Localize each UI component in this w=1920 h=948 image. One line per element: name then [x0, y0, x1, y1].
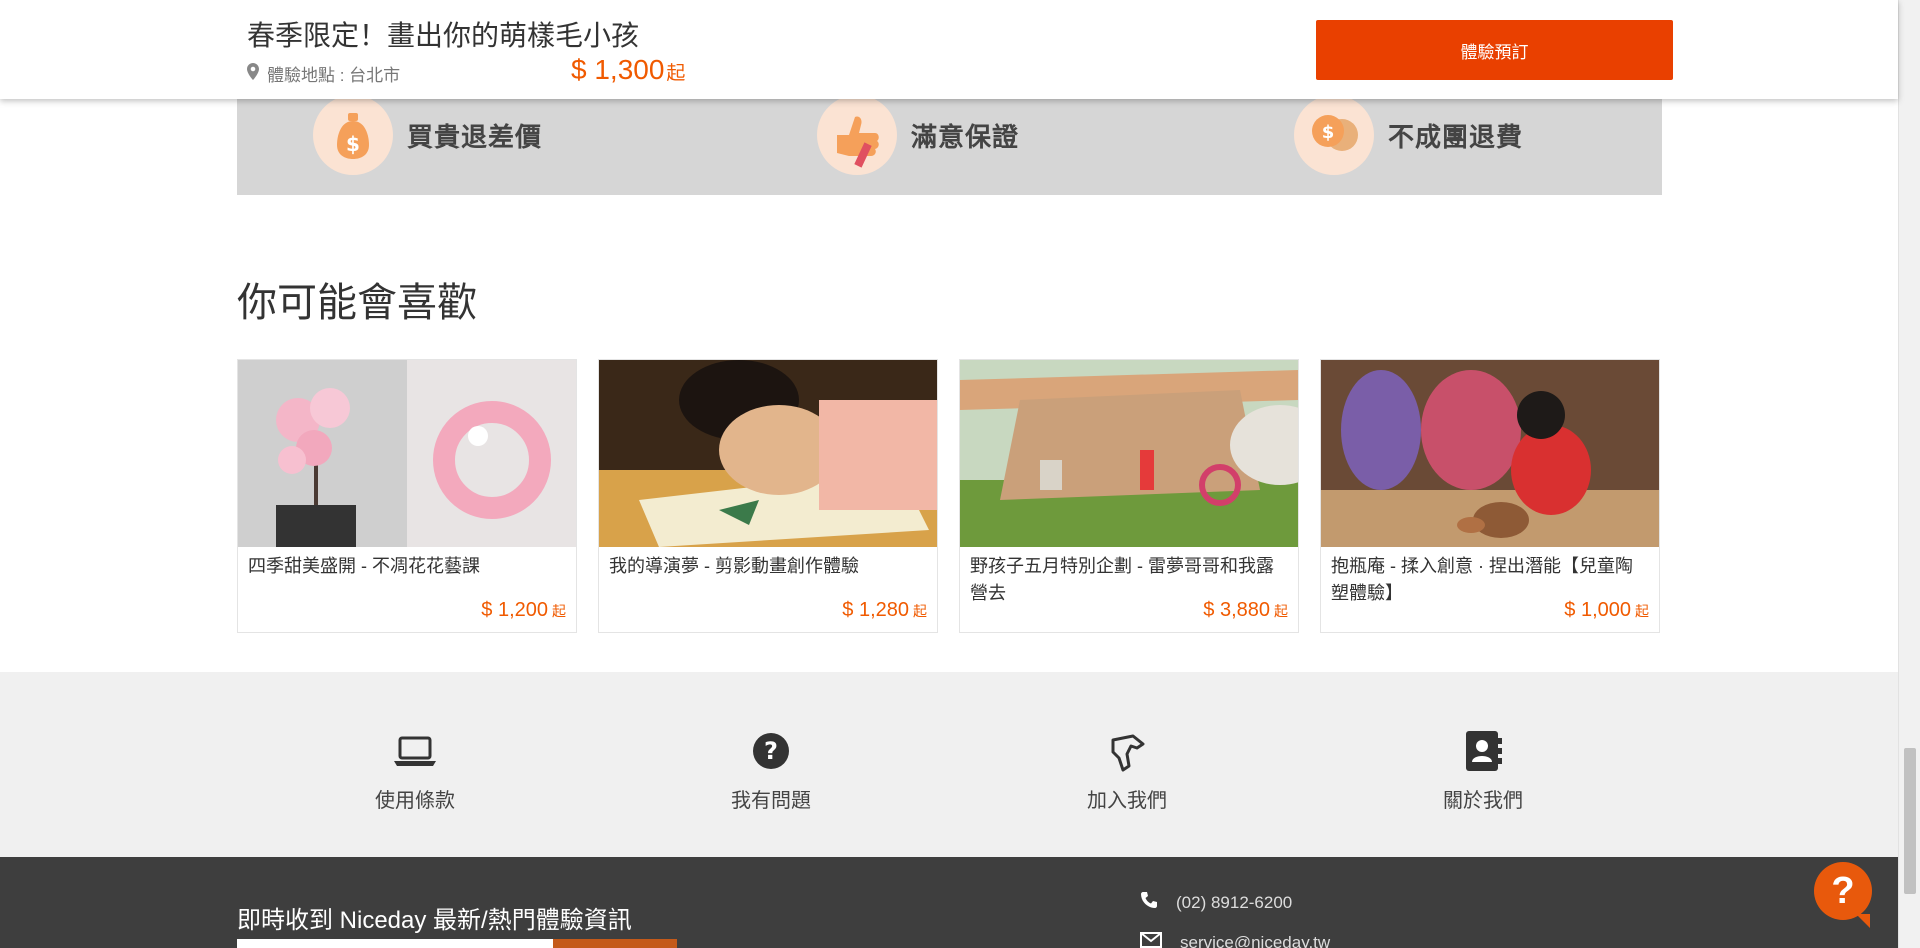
footer-link-about[interactable]: 關於我們	[1403, 728, 1563, 813]
help-chat-button[interactable]: ?	[1814, 862, 1872, 928]
card-price: $ 1,000 起	[1564, 599, 1649, 622]
recommendation-card[interactable]: 我的導演夢 - 剪影動畫創作體驗 $ 1,280 起	[598, 359, 938, 633]
card-price-unit: 起	[913, 603, 927, 619]
footer-link-faq[interactable]: ? 我有問題	[691, 728, 851, 813]
svg-text:$: $	[346, 132, 360, 156]
contact-book-icon	[1460, 728, 1506, 774]
footer-link-terms[interactable]: 使用條款	[335, 728, 495, 813]
card-title: 野孩子五月特別企劃 - 雷夢哥哥和我露營去	[970, 556, 1274, 603]
recommendation-card[interactable]: 野孩子五月特別企劃 - 雷夢哥哥和我露營去 $ 3,880 起	[959, 359, 1299, 633]
newsletter-email-input[interactable]	[237, 939, 553, 948]
card-title: 抱瓶庵 - 揉入創意 · 捏出潛能【兒童陶塑體驗】	[1331, 556, 1633, 603]
card-price: $ 3,880 起	[1203, 599, 1288, 622]
card-image	[960, 360, 1298, 547]
card-price-value: $ 1,200	[481, 599, 548, 621]
question-circle-icon: ?	[748, 728, 794, 774]
guarantee-label: 不成團退費	[1388, 121, 1524, 152]
recommendation-card[interactable]: 抱瓶庵 - 揉入創意 · 捏出潛能【兒童陶塑體驗】 $ 1,000 起	[1320, 359, 1660, 633]
map-pin-icon	[247, 62, 259, 85]
card-price-value: $ 1,000	[1564, 599, 1631, 621]
experience-price: $ 1,300 起	[571, 54, 685, 86]
card-image	[238, 360, 576, 547]
card-price-unit: 起	[552, 603, 566, 619]
footer-link-label: 關於我們	[1443, 790, 1523, 812]
footer-link-label: 加入我們	[1087, 790, 1167, 812]
guarantee-refund: $ 不成團退費	[1294, 95, 1524, 195]
price-value: $ 1,300	[571, 54, 665, 85]
experience-title: 春季限定！畫出你的萌樣毛小孩	[247, 20, 640, 51]
phone-icon	[1140, 891, 1158, 914]
recommendations-heading: 你可能會喜歡	[237, 281, 477, 325]
guarantee-strip: $ 買貴退差價 滿意保證 $ 不成團退費	[237, 95, 1662, 195]
card-image	[1321, 360, 1659, 547]
card-title: 我的導演夢 - 剪影動畫創作體驗	[609, 556, 859, 576]
mail-icon	[1140, 932, 1162, 948]
email-address: service@niceday.tw	[1180, 932, 1331, 948]
guarantee-label: 滿意保證	[911, 121, 1020, 152]
sticky-header: 春季限定！畫出你的萌樣毛小孩 體驗地點 : 台北市 $ 1,300 起 體驗預訂	[0, 0, 1898, 99]
money-bag-icon: $	[313, 95, 393, 175]
guarantee-label: 買貴退差價	[407, 121, 543, 152]
question-mark-icon: ?	[1831, 869, 1855, 912]
footer-link-join[interactable]: 加入我們	[1047, 728, 1207, 813]
svg-text:$: $	[1322, 122, 1335, 143]
recommendation-card[interactable]: 四季甜美盛開 - 不凋花花藝課 $ 1,200 起	[237, 359, 577, 633]
price-unit: 起	[666, 63, 686, 84]
scrollbar[interactable]	[1898, 0, 1920, 948]
laptop-icon	[392, 728, 438, 774]
card-price-value: $ 1,280	[842, 599, 909, 621]
card-price-unit: 起	[1274, 603, 1288, 619]
card-price-unit: 起	[1635, 603, 1649, 619]
handshake-icon	[1104, 728, 1150, 774]
footer-dark: 即時收到 Niceday 最新/熱門體驗資訊 (02) 8912-6200 se…	[0, 857, 1898, 948]
guarantee-satisfaction: 滿意保證	[817, 95, 1020, 195]
guarantee-price-match: $ 買貴退差價	[313, 95, 543, 195]
footer-link-label: 我有問題	[731, 790, 811, 812]
footer-links: 使用條款 ? 我有問題 加入我們 關於我們	[0, 672, 1898, 857]
phone-number: (02) 8912-6200	[1176, 892, 1293, 912]
coins-icon: $	[1294, 95, 1374, 175]
newsletter-title: 即時收到 Niceday 最新/熱門體驗資訊	[237, 907, 632, 934]
scrollbar-thumb[interactable]	[1904, 748, 1916, 894]
card-price-value: $ 3,880	[1203, 599, 1270, 621]
book-experience-button[interactable]: 體驗預訂	[1316, 20, 1673, 80]
thumbs-up-icon	[817, 95, 897, 175]
location-text: 體驗地點 : 台北市	[267, 66, 401, 85]
footer-link-label: 使用條款	[375, 790, 455, 812]
experience-location: 體驗地點 : 台北市	[247, 61, 400, 86]
contact-email[interactable]: service@niceday.tw	[1140, 932, 1330, 948]
contact-phone: (02) 8912-6200	[1140, 891, 1292, 914]
card-title: 四季甜美盛開 - 不凋花花藝課	[248, 556, 480, 576]
svg-text:?: ?	[764, 737, 778, 765]
card-image	[599, 360, 937, 547]
newsletter-subscribe-button[interactable]	[553, 939, 677, 948]
card-price: $ 1,200 起	[481, 599, 566, 622]
card-price: $ 1,280 起	[842, 599, 927, 622]
